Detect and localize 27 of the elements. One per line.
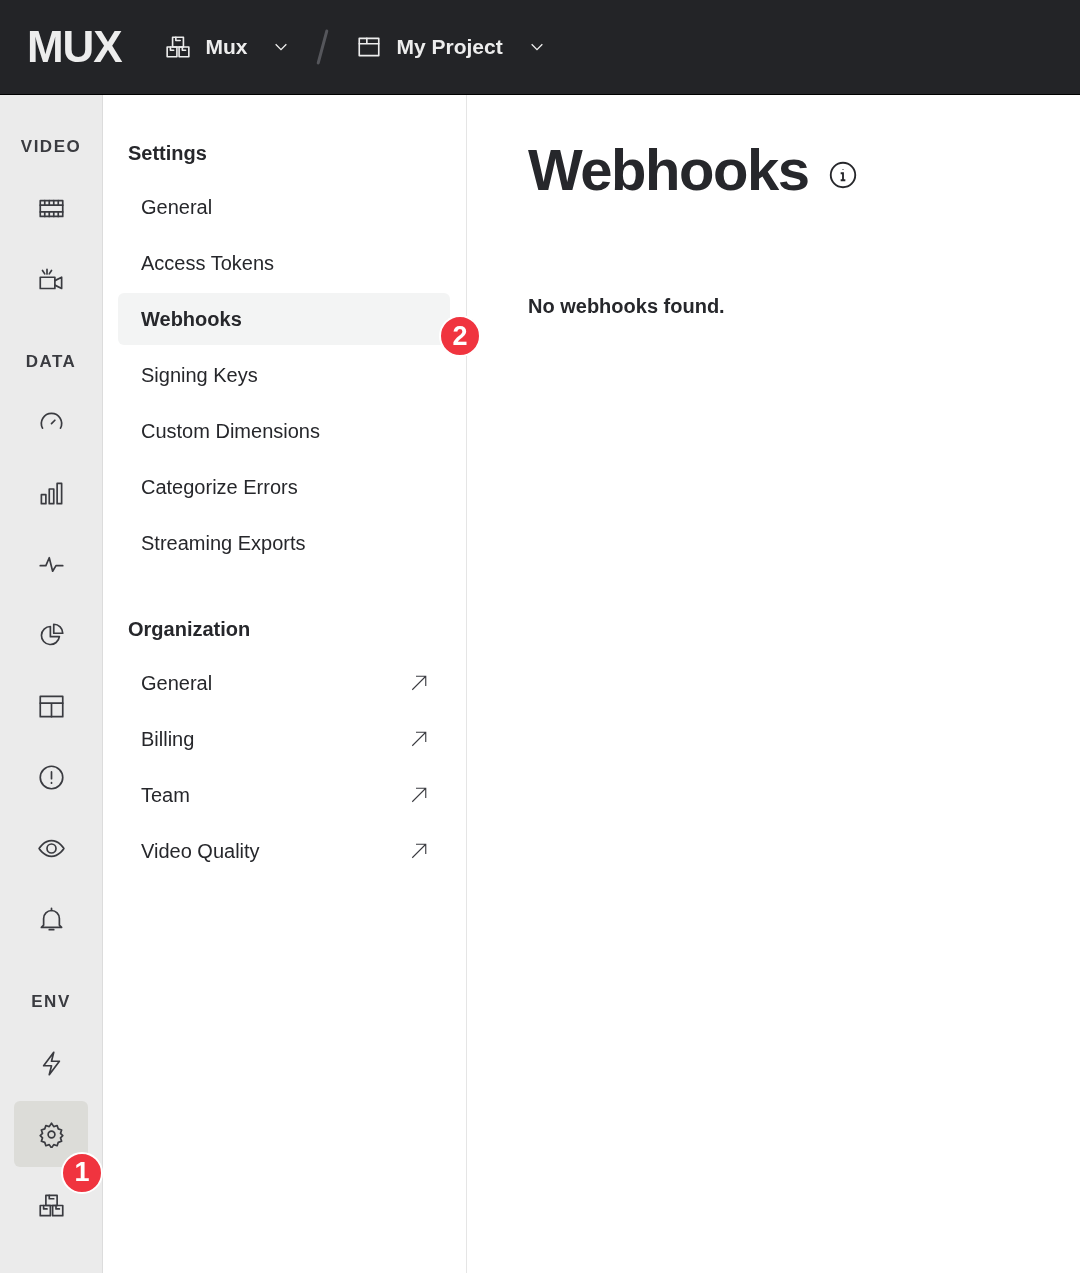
section-heading: Organization <box>127 617 252 642</box>
logo[interactable]: MUX <box>27 25 122 69</box>
settings-link[interactable]: Categorize Errors <box>118 461 450 513</box>
settings-link[interactable]: General <box>118 181 450 233</box>
settings-link[interactable]: Video Quality <box>118 825 450 877</box>
alert-icon <box>37 764 65 791</box>
boxes-icon <box>165 34 192 60</box>
breadcrumb-dropdown[interactable]: My Project <box>356 31 545 63</box>
section-label: ENV <box>31 991 71 1014</box>
settings-link[interactable]: Webhooks <box>118 293 450 345</box>
layout-icon <box>37 693 65 720</box>
section-heading: Settings <box>127 141 208 166</box>
settings-icon <box>37 1120 65 1148</box>
step-badge: 1 <box>61 1151 103 1194</box>
section-label: DATA <box>25 350 77 373</box>
settings-link[interactable]: Team <box>118 769 450 821</box>
page-title: Webhooks <box>528 136 809 204</box>
info-icon[interactable] <box>828 161 857 189</box>
settings-link[interactable]: Custom Dimensions <box>118 405 450 457</box>
step-badge: 2 <box>439 315 481 357</box>
empty-message: No webhooks found. <box>528 294 726 319</box>
settings-link[interactable]: General <box>118 657 450 709</box>
breadcrumb-dropdown[interactable]: Mux <box>165 31 290 63</box>
settings-link[interactable]: Access Tokens <box>118 237 450 289</box>
settings-link[interactable]: Billing <box>118 713 450 765</box>
section-label: VIDEO <box>20 136 82 159</box>
settings-link[interactable]: Streaming Exports <box>118 517 450 569</box>
